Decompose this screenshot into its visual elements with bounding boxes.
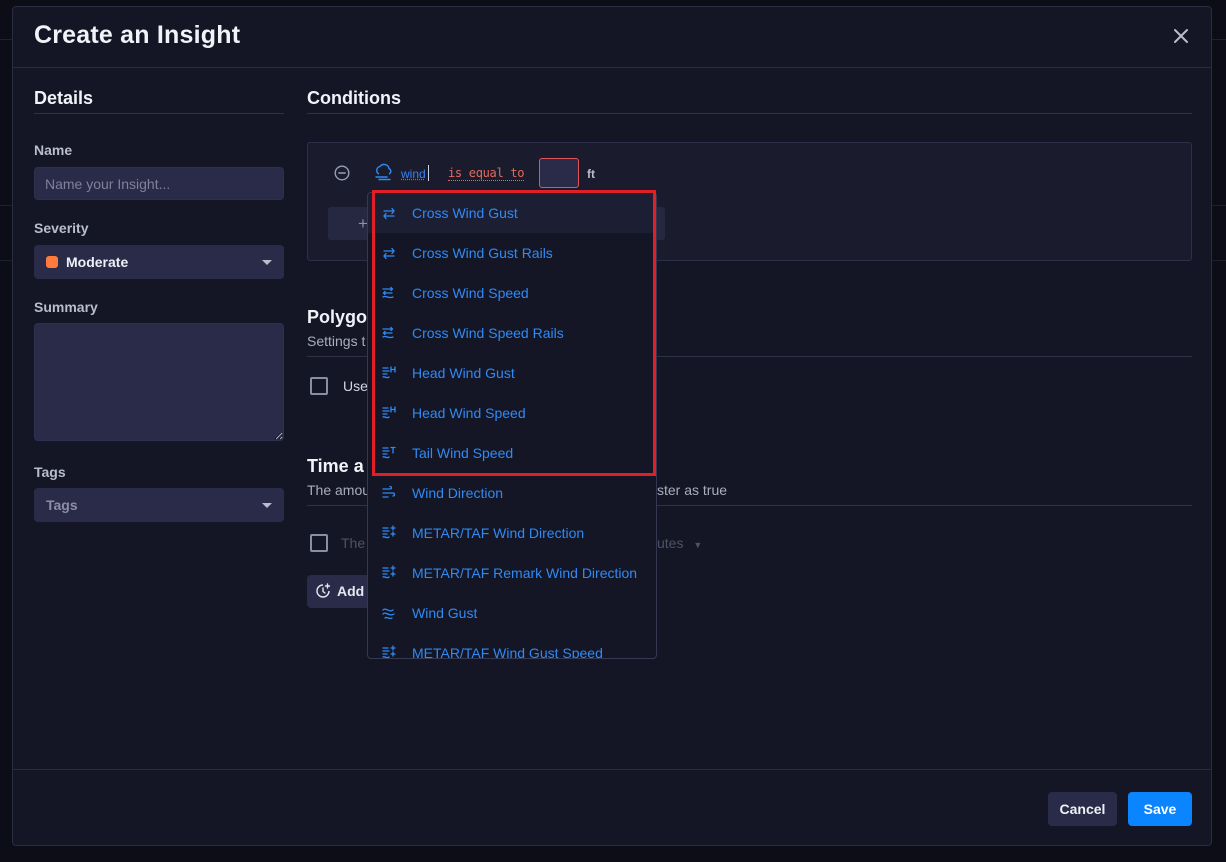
tags-placeholder: Tags bbox=[46, 497, 78, 513]
condition-variable-input[interactable]: wind bbox=[401, 167, 426, 181]
chevron-down-icon: ▼ bbox=[693, 540, 703, 550]
suggestion-label: Head Wind Speed bbox=[412, 405, 526, 421]
conditions-title: Conditions bbox=[307, 88, 401, 108]
suggestion-head-wind-gust[interactable]: Head Wind Gust bbox=[368, 353, 656, 393]
metar-wind-icon bbox=[382, 525, 396, 539]
text-cursor bbox=[428, 165, 429, 181]
weather-cloud-icon bbox=[375, 163, 392, 181]
add-time-label: Add bbox=[337, 583, 365, 599]
time-subtitle: The amou bbox=[307, 482, 371, 498]
suggestion-wind-direction[interactable]: Wind Direction bbox=[368, 473, 656, 513]
wind-direction-icon bbox=[382, 485, 396, 498]
condition-value-input[interactable] bbox=[539, 158, 579, 188]
crosswind-speed-icon bbox=[382, 326, 394, 339]
variable-suggestions-dropdown: Cross Wind Gust Cross Wind Gust Rails Cr… bbox=[367, 192, 657, 659]
tags-label: Tags bbox=[34, 464, 66, 480]
summary-label: Summary bbox=[34, 299, 98, 315]
modal-header: Create an Insight bbox=[13, 7, 1211, 68]
time-checkbox-label: The bbox=[341, 535, 366, 551]
close-button[interactable] bbox=[1171, 26, 1191, 46]
severity-color-swatch bbox=[46, 256, 58, 268]
polygon-checkbox-label: Use bbox=[343, 378, 368, 394]
suggestion-label: METAR/TAF Wind Gust Speed bbox=[412, 645, 603, 659]
details-divider bbox=[34, 113, 284, 114]
minus-circle-icon bbox=[334, 165, 350, 181]
metar-wind-icon bbox=[382, 565, 396, 579]
suggestion-label: Cross Wind Gust Rails bbox=[412, 245, 553, 261]
modal-footer: Cancel Save bbox=[13, 769, 1211, 846]
close-icon bbox=[1174, 29, 1188, 43]
suggestion-metar-taf-wind-gust-speed[interactable]: METAR/TAF Wind Gust Speed bbox=[368, 633, 656, 659]
name-input[interactable] bbox=[34, 167, 284, 200]
conditions-divider bbox=[307, 113, 1192, 114]
suggestion-label: Tail Wind Speed bbox=[412, 445, 514, 461]
suggestion-metar-taf-remark-wind-direction[interactable]: METAR/TAF Remark Wind Direction bbox=[368, 553, 656, 593]
remove-condition-button[interactable] bbox=[334, 165, 350, 181]
suggestion-label: Head Wind Gust bbox=[412, 365, 515, 381]
headwind-icon bbox=[382, 366, 396, 379]
polygon-title: Polygo bbox=[307, 307, 368, 327]
time-unit-select[interactable]: utes ▼ bbox=[657, 535, 702, 551]
suggestion-head-wind-speed[interactable]: Head Wind Speed bbox=[368, 393, 656, 433]
headwind-icon bbox=[382, 406, 396, 419]
suggestion-tail-wind-speed[interactable]: Tail Wind Speed bbox=[368, 433, 656, 473]
suggestion-label: METAR/TAF Wind Direction bbox=[412, 525, 585, 541]
severity-select[interactable]: Moderate bbox=[34, 245, 284, 279]
crosswind-icon bbox=[383, 207, 395, 220]
save-button[interactable]: Save bbox=[1128, 792, 1192, 826]
suggestion-cross-wind-speed-rails[interactable]: Cross Wind Speed Rails bbox=[368, 313, 656, 353]
tailwind-icon bbox=[382, 446, 396, 459]
crosswind-speed-icon bbox=[382, 286, 394, 299]
polygon-checkbox[interactable] bbox=[310, 377, 328, 395]
severity-label: Severity bbox=[34, 220, 89, 236]
suggestion-label: Cross Wind Speed bbox=[412, 285, 529, 301]
suggestion-label: Wind Direction bbox=[412, 485, 504, 501]
clock-plus-icon bbox=[316, 583, 331, 598]
chevron-down-icon bbox=[262, 260, 272, 265]
suggestion-metar-taf-wind-direction[interactable]: METAR/TAF Wind Direction bbox=[368, 513, 656, 553]
summary-textarea[interactable] bbox=[34, 323, 284, 441]
modal-title: Create an Insight bbox=[34, 21, 241, 49]
chevron-down-icon bbox=[262, 503, 272, 508]
suggestion-label: Wind Gust bbox=[412, 605, 478, 621]
details-title: Details bbox=[34, 88, 94, 108]
cancel-button[interactable]: Cancel bbox=[1048, 792, 1117, 826]
time-checkbox[interactable] bbox=[310, 534, 328, 552]
wind-gust-icon bbox=[382, 608, 395, 620]
condition-unit: ft bbox=[587, 167, 595, 181]
polygon-subtitle: Settings t bbox=[307, 333, 366, 349]
suggestion-cross-wind-gust-rails[interactable]: Cross Wind Gust Rails bbox=[368, 233, 656, 273]
time-subtitle-end: ster as true bbox=[657, 482, 728, 498]
suggestion-wind-gust[interactable]: Wind Gust bbox=[368, 593, 656, 633]
suggestion-cross-wind-speed[interactable]: Cross Wind Speed bbox=[368, 273, 656, 313]
suggestion-label: Cross Wind Speed Rails bbox=[412, 325, 564, 341]
severity-value: Moderate bbox=[66, 254, 129, 270]
name-label: Name bbox=[34, 142, 73, 158]
tags-select[interactable]: Tags bbox=[34, 488, 284, 522]
time-title: Time a bbox=[307, 456, 364, 476]
crosswind-icon bbox=[383, 247, 395, 260]
suggestion-label: METAR/TAF Remark Wind Direction bbox=[412, 565, 638, 581]
condition-operator[interactable]: is equal to bbox=[448, 166, 524, 181]
metar-wind-icon bbox=[382, 645, 396, 658]
suggestion-label: Cross Wind Gust bbox=[412, 205, 518, 221]
time-unit-value: utes bbox=[657, 535, 684, 551]
suggestion-cross-wind-gust[interactable]: Cross Wind Gust bbox=[368, 193, 656, 233]
